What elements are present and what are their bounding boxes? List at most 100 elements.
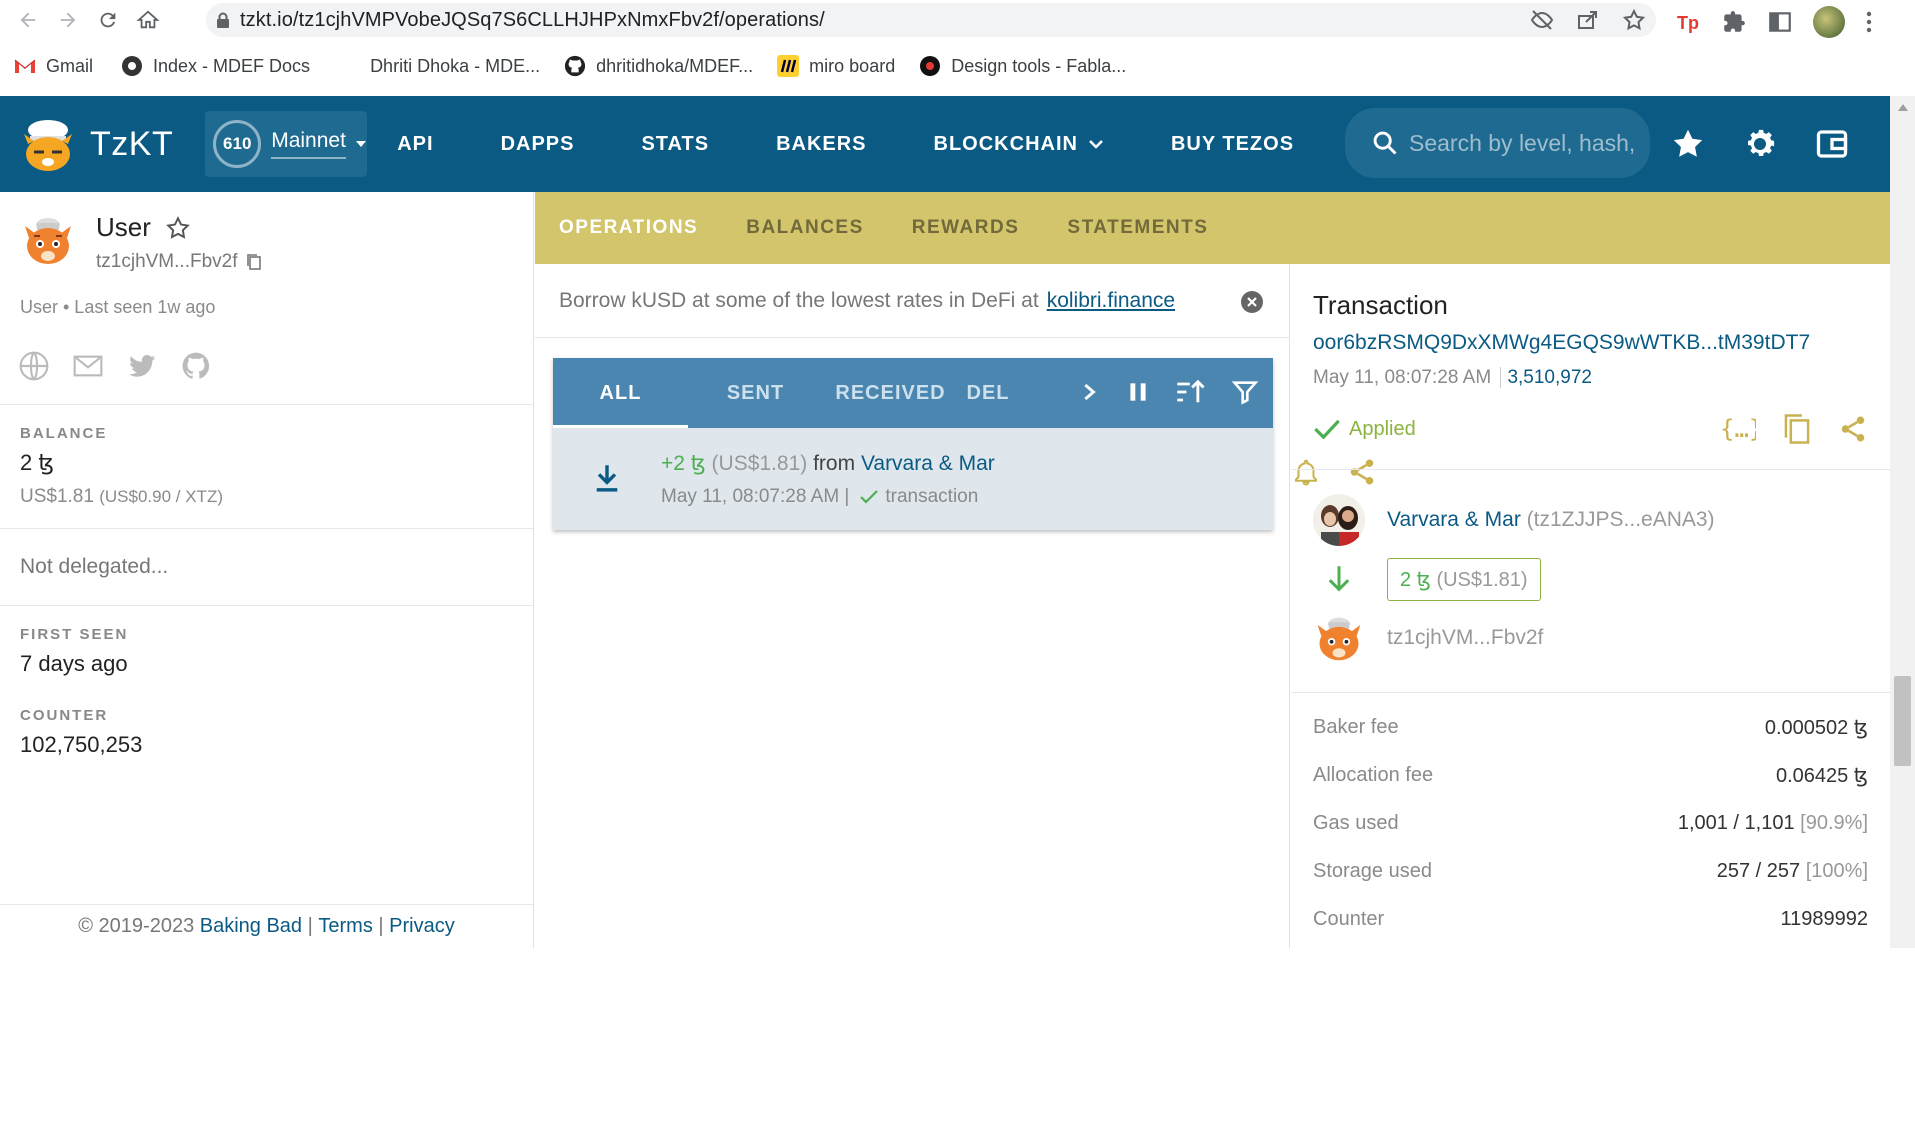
profile-avatar[interactable] [1813, 6, 1845, 38]
operation-row[interactable]: +2 ꜩ (US$1.81) from Varvara & Mar May 11… [553, 428, 1273, 530]
transaction-detail: Transaction oor6bzRSMQ9DxXMWg4EGQS9wWTKB… [1291, 264, 1890, 948]
balance-rate: (US$0.90 / XTZ) [99, 487, 223, 506]
tp-extension-icon[interactable]: Tp [1675, 9, 1701, 35]
favorite-star-icon[interactable] [165, 215, 191, 241]
operations-card: ALL SENT RECEIVED DEL +2 ꜩ (US$1.81) fro… [553, 358, 1273, 530]
network-name: Mainnet [271, 129, 346, 159]
menu-buy-tezos[interactable]: BUY TEZOS [1171, 133, 1294, 156]
sender-link[interactable]: Varvara & Mar (tz1ZJJPS...eANA3) [1387, 508, 1715, 532]
side-panel-icon[interactable] [1767, 9, 1793, 35]
balance-value: 2 ꜩ [20, 450, 54, 475]
bookmark-star-icon[interactable] [1622, 8, 1646, 32]
filter-received[interactable]: RECEIVED [823, 358, 958, 428]
fee-row: Storage used 257 / 257 [100%] [1313, 859, 1868, 882]
transfer-amount: 2 ꜩ (US$1.81) [1387, 557, 1541, 601]
tab-balances[interactable]: BALANCES [746, 217, 864, 239]
menu-api[interactable]: API [397, 133, 433, 156]
home-icon [137, 10, 159, 29]
applied-check-icon [1314, 419, 1340, 440]
github-icon [564, 55, 586, 77]
network-block-counter: 610 [213, 120, 262, 168]
puzzle-icon[interactable] [1721, 9, 1747, 35]
operation-sender-link[interactable]: Varvara & Mar [861, 452, 995, 475]
menu-bakers[interactable]: BAKERS [776, 133, 866, 156]
menu-stats[interactable]: STATS [641, 133, 709, 156]
mdef-icon [121, 55, 143, 77]
sort-icon[interactable] [1175, 378, 1207, 406]
share-icon[interactable] [1838, 413, 1868, 445]
menu-blockchain[interactable]: BLOCKCHAIN [934, 133, 1104, 156]
tab-rewards[interactable]: REWARDS [912, 217, 1020, 239]
delegation-status[interactable]: Not delegated... [0, 529, 533, 605]
bookmark-dhriti-mdef[interactable]: Dhriti Dhoka - MDE... [370, 50, 540, 82]
counter-value: 102,750,253 [20, 732, 143, 757]
github-icon[interactable] [180, 350, 212, 382]
chevron-right-icon[interactable] [1079, 378, 1101, 406]
tzkt-logo[interactable]: TzKT [18, 114, 173, 174]
bookmark-mdef-docs[interactable]: Index - MDEF Docs [121, 50, 310, 82]
footer-link-terms[interactable]: Terms [318, 915, 372, 938]
account-title: User [96, 212, 151, 242]
browser-toolbar: tzkt.io/tz1cjhVMPVobeJQSq7S6CLLHJHPxNmxF… [0, 0, 1915, 40]
menu-dapps[interactable]: DAPPS [501, 133, 575, 156]
svg-text:Tp: Tp [1677, 13, 1699, 33]
menu-dots-icon[interactable] [1865, 9, 1873, 35]
fee-row: Gas used 1,001 / 1,101 [90.9%] [1313, 811, 1868, 834]
globe-icon[interactable] [18, 350, 50, 382]
reload-button[interactable] [88, 0, 128, 40]
footer-link-baking-bad[interactable]: Baking Bad [200, 915, 302, 938]
home-button[interactable] [128, 0, 168, 40]
pause-icon[interactable] [1125, 378, 1151, 406]
svg-text:{…}: {…} [1720, 415, 1756, 443]
network-selector[interactable]: 610 Mainnet [205, 111, 368, 177]
receiver-avatar [1317, 617, 1361, 661]
tab-operations[interactable]: OPERATIONS [559, 217, 698, 239]
address-bar[interactable]: tzkt.io/tz1cjhVMPVobeJQSq7S6CLLHJHPxNmxF… [206, 3, 1656, 37]
search-input[interactable]: Search by level, hash, [1345, 108, 1650, 178]
miro-icon [777, 55, 800, 77]
copy-icon[interactable] [1782, 413, 1812, 445]
first-seen-label: FIRST SEEN [20, 626, 129, 643]
bookmark-gmail[interactable]: Gmail [14, 50, 93, 82]
filter-icon[interactable] [1231, 378, 1259, 406]
back-button[interactable] [8, 0, 48, 40]
bookmark-miro[interactable]: miro board [777, 50, 895, 82]
copy-icon[interactable] [246, 253, 262, 271]
eye-off-icon[interactable] [1530, 8, 1554, 32]
transaction-time: May 11, 08:07:28 AM [1313, 367, 1492, 388]
close-icon[interactable] [1240, 290, 1264, 314]
footer-link-privacy[interactable]: Privacy [389, 915, 455, 938]
mail-icon[interactable] [72, 350, 104, 382]
wallet-icon[interactable] [1814, 126, 1850, 162]
operations-panel: Borrow kUSD at some of the lowest rates … [535, 264, 1290, 948]
first-seen-value: 7 days ago [20, 651, 128, 676]
bookmark-fablab[interactable]: Design tools - Fabla... [919, 50, 1126, 82]
bookmark-github-repo[interactable]: dhritidhoka/MDEF... [564, 50, 753, 82]
transaction-hash-link[interactable]: oor6bzRSMQ9DxXMWg4EGQS9wWTKB...tM39tDT7 [1313, 331, 1868, 355]
arrow-right-icon [60, 12, 76, 28]
block-level-link[interactable]: 3,510,972 [1500, 367, 1592, 388]
caret-down-icon [355, 141, 366, 147]
filter-delegations[interactable]: DEL [958, 358, 1018, 428]
json-braces-icon[interactable]: {…} [1720, 413, 1756, 445]
page-scrollbar[interactable] [1890, 96, 1915, 948]
counter-label: COUNTER [20, 707, 109, 724]
operation-type: transaction [885, 485, 979, 507]
fee-row: Allocation fee 0.06425 ꜩ [1313, 763, 1868, 787]
copyright: © 2019-2023 [78, 915, 195, 937]
account-address: tz1cjhVM...Fbv2f [96, 251, 238, 272]
arrow-down-icon [1328, 566, 1350, 592]
settings-gear-icon[interactable] [1742, 126, 1778, 162]
promo-link[interactable]: kolibri.finance [1047, 289, 1175, 313]
filter-sent[interactable]: SENT [688, 358, 823, 428]
transaction-title: Transaction [1313, 290, 1448, 320]
twitter-icon[interactable] [126, 350, 158, 382]
account-meta: User • Last seen 1w ago [20, 297, 216, 317]
balance-label: BALANCE [20, 425, 108, 442]
forward-button[interactable] [48, 0, 88, 40]
share-page-icon[interactable] [1576, 8, 1600, 32]
favorites-star-icon[interactable] [1670, 126, 1706, 162]
filter-all[interactable]: ALL [553, 358, 688, 428]
tab-statements[interactable]: STATEMENTS [1067, 217, 1208, 239]
check-icon [860, 489, 879, 504]
